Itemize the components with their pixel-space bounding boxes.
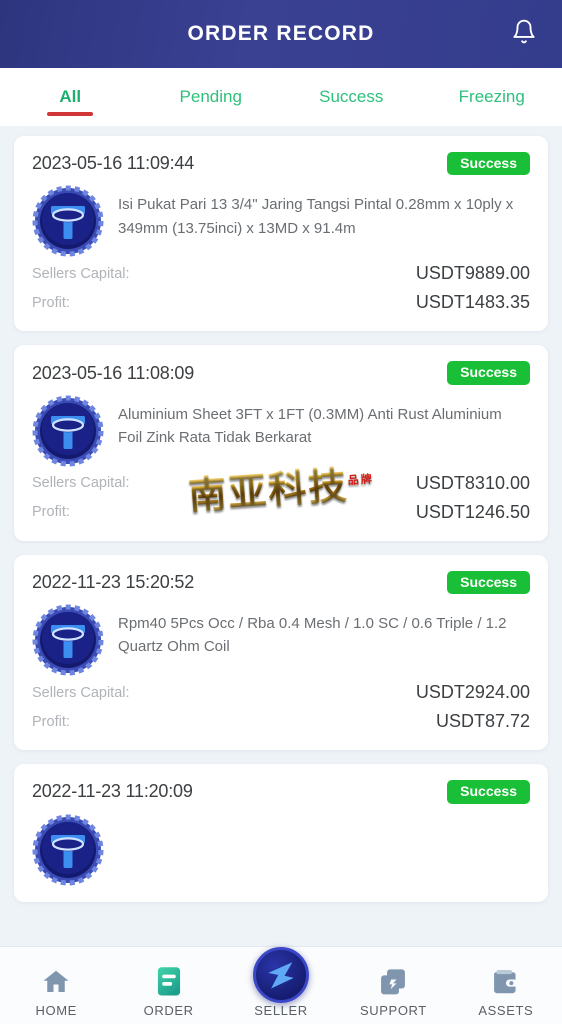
- nav-item-order[interactable]: ORDER: [112, 964, 224, 1024]
- nav-label-support: SUPPORT: [360, 1003, 427, 1018]
- tab-all[interactable]: All: [0, 68, 141, 126]
- sellers-capital-row: Sellers Capital: USDT8310.00: [32, 469, 530, 498]
- sellers-capital-value: USDT8310.00: [415, 472, 530, 493]
- sellers-capital-label: Sellers Capital:: [32, 475, 130, 492]
- assets-icon: [490, 964, 522, 1000]
- seller-icon: [253, 947, 310, 1003]
- order-card-body: Isi Pukat Pari 13 3/4" Jaring Tangsi Pin…: [32, 181, 530, 259]
- order-card[interactable]: 2023-05-16 11:09:44 Success Isi Pukat Pa…: [14, 136, 548, 332]
- order-date: 2022-11-23 11:20:09: [32, 781, 193, 802]
- usdt-coin-icon: [32, 814, 104, 886]
- profit-value: USDT87.72: [435, 711, 530, 732]
- status-badge: Success: [447, 361, 530, 385]
- order-description: Rpm40 5Pcs Occ / Rba 0.4 Mesh / 1.0 SC /…: [118, 615, 507, 656]
- home-icon: [40, 964, 72, 1000]
- order-card[interactable]: 2022-11-23 15:20:52 Success Rpm40 5Pcs O…: [14, 554, 548, 751]
- bottom-navigation-bar: HOME ORDER SELLER SUPPORT ASSETS: [0, 946, 562, 1024]
- nav-label-seller: SELLER: [254, 1003, 308, 1018]
- tab-active-underline: [47, 112, 94, 116]
- profit-row: Profit: USDT87.72: [32, 707, 530, 736]
- tab-success[interactable]: Success: [281, 68, 422, 126]
- usdt-coin-icon: [32, 395, 104, 467]
- usdt-coin-icon: [32, 604, 104, 676]
- profit-row: Profit: USDT1483.35: [32, 288, 530, 317]
- sellers-capital-label: Sellers Capital:: [32, 265, 130, 282]
- order-date: 2022-11-23 15:20:52: [32, 571, 195, 592]
- nav-label-home: HOME: [35, 1003, 77, 1018]
- sellers-capital-value: USDT9889.00: [415, 263, 530, 284]
- tab-success-label: Success: [319, 87, 384, 106]
- order-card-body: Rpm40 5Pcs Occ / Rba 0.4 Mesh / 1.0 SC /…: [32, 600, 530, 678]
- order-date: 2023-05-16 11:09:44: [32, 153, 195, 174]
- order-card-header: 2022-11-23 15:20:52 Success: [32, 570, 530, 595]
- order-card-header: 2022-11-23 11:20:09 Success: [32, 780, 530, 804]
- nav-item-seller[interactable]: SELLER: [225, 947, 337, 1024]
- status-badge: Success: [447, 780, 530, 804]
- sellers-capital-label: Sellers Capital:: [32, 684, 130, 701]
- support-icon: [377, 964, 409, 1000]
- tab-all-label: All: [59, 87, 82, 106]
- tab-freezing-label: Freezing: [458, 87, 525, 106]
- order-card-body: [32, 810, 530, 888]
- order-date: 2023-05-16 11:08:09: [32, 362, 195, 383]
- status-badge: Success: [447, 570, 530, 595]
- profit-row: Profit: USDT1246.50: [32, 498, 530, 527]
- nav-item-assets[interactable]: ASSETS: [450, 964, 562, 1024]
- usdt-coin-icon: [32, 185, 104, 257]
- order-card-header: 2023-05-16 11:08:09 Success: [32, 361, 530, 385]
- profit-label: Profit:: [32, 294, 70, 311]
- bell-icon: [511, 18, 537, 50]
- order-card[interactable]: 2022-11-23 11:20:09 Success: [14, 764, 548, 902]
- order-icon: [154, 964, 184, 1000]
- order-description: Aluminium Sheet 3FT x 1FT (0.3MM) Anti R…: [118, 405, 502, 447]
- order-description: Isi Pukat Pari 13 3/4" Jaring Tangsi Pin…: [118, 196, 514, 237]
- status-badge: Success: [447, 152, 530, 176]
- order-card-body: Aluminium Sheet 3FT x 1FT (0.3MM) Anti R…: [32, 391, 530, 469]
- nav-item-home[interactable]: HOME: [0, 964, 112, 1024]
- profit-value: USDT1483.35: [415, 292, 530, 313]
- order-filter-tabs: All Pending Success Freezing: [0, 68, 562, 126]
- nav-label-order: ORDER: [143, 1003, 194, 1018]
- nav-label-assets: ASSETS: [478, 1003, 534, 1018]
- notification-bell-button[interactable]: [504, 14, 544, 54]
- tab-freezing[interactable]: Freezing: [422, 68, 562, 126]
- nav-item-support[interactable]: SUPPORT: [337, 964, 449, 1024]
- order-list-scroll-area[interactable]: 2023-05-16 11:09:44 Success Isi Pukat Pa…: [0, 126, 562, 1024]
- tab-pending-label: Pending: [179, 87, 242, 106]
- order-card-header: 2023-05-16 11:09:44 Success: [32, 152, 530, 176]
- sellers-capital-value: USDT2924.00: [415, 682, 530, 703]
- sellers-capital-row: Sellers Capital: USDT9889.00: [32, 259, 530, 288]
- profit-label: Profit:: [32, 713, 70, 730]
- page-title: ORDER RECORD: [187, 22, 375, 45]
- profit-value: USDT1246.50: [415, 501, 530, 522]
- profit-label: Profit:: [32, 504, 70, 521]
- order-description: [118, 814, 530, 822]
- sellers-capital-row: Sellers Capital: USDT2924.00: [32, 678, 530, 707]
- tab-pending[interactable]: Pending: [141, 68, 282, 126]
- order-card[interactable]: 2023-05-16 11:08:09 Success Aluminium Sh…: [14, 345, 548, 541]
- app-header: ORDER RECORD: [0, 0, 562, 68]
